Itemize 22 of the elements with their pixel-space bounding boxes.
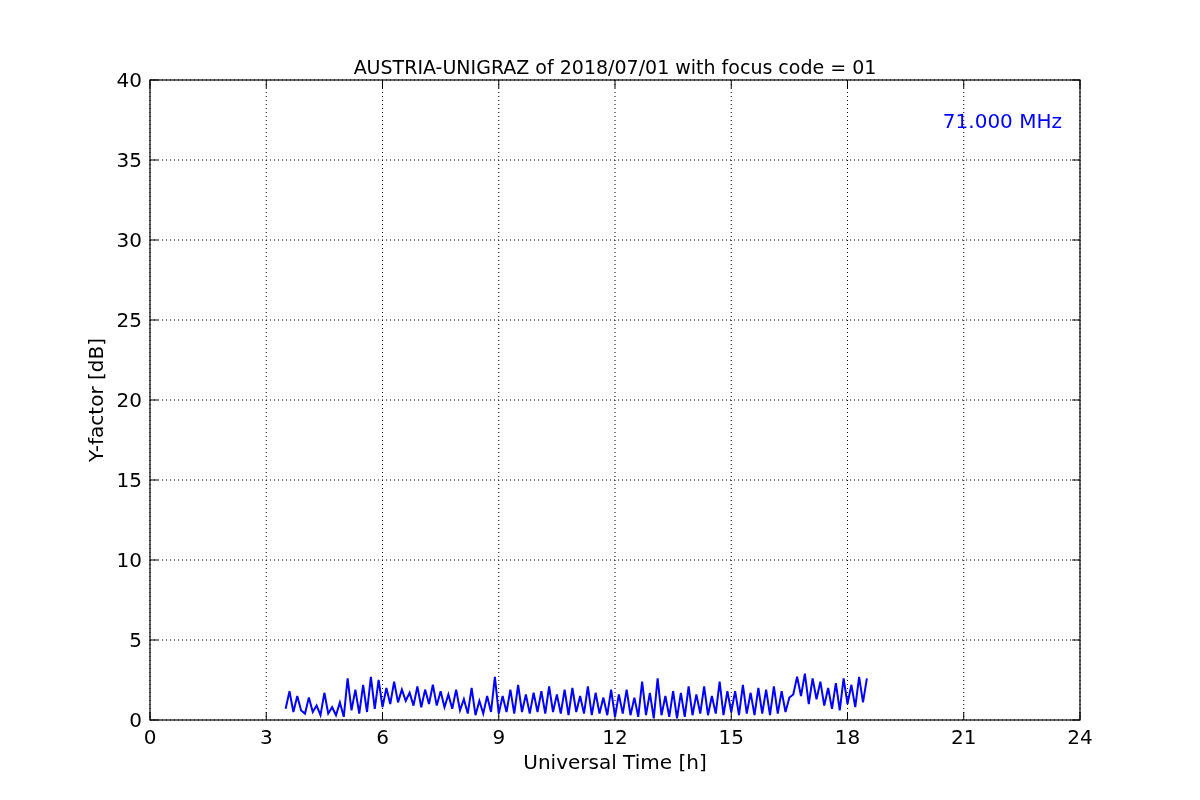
y-tick-label: 35 bbox=[116, 148, 142, 172]
y-tick-label: 0 bbox=[129, 708, 142, 732]
chart-title: AUSTRIA-UNIGRAZ of 2018/07/01 with focus code = 01 bbox=[353, 56, 877, 78]
y-tick-label: 5 bbox=[129, 628, 142, 652]
x-tick-label: 24 bbox=[1067, 725, 1093, 749]
y-tick-label: 30 bbox=[116, 228, 142, 252]
x-tick-label: 15 bbox=[718, 725, 744, 749]
y-tick-label: 10 bbox=[116, 548, 142, 572]
y-tick-label: 25 bbox=[116, 308, 142, 332]
x-tick-label: 3 bbox=[259, 725, 273, 749]
y-tick-label: 40 bbox=[116, 68, 142, 92]
x-tick-label: 6 bbox=[376, 725, 389, 749]
x-tick-label: 0 bbox=[143, 725, 157, 749]
x-tick-label: 21 bbox=[951, 725, 977, 749]
x-tick-label: 12 bbox=[602, 725, 628, 749]
x-axis-label: Universal Time [h] bbox=[523, 750, 707, 774]
y-tick-label: 20 bbox=[116, 388, 142, 412]
x-tick-label: 9 bbox=[492, 725, 506, 749]
y-axis-label: Y-factor [dB] bbox=[84, 338, 108, 462]
series-label: 71.000 MHz bbox=[942, 109, 1062, 133]
y-tick-label: 15 bbox=[116, 468, 142, 492]
x-tick-label: 18 bbox=[834, 725, 861, 749]
